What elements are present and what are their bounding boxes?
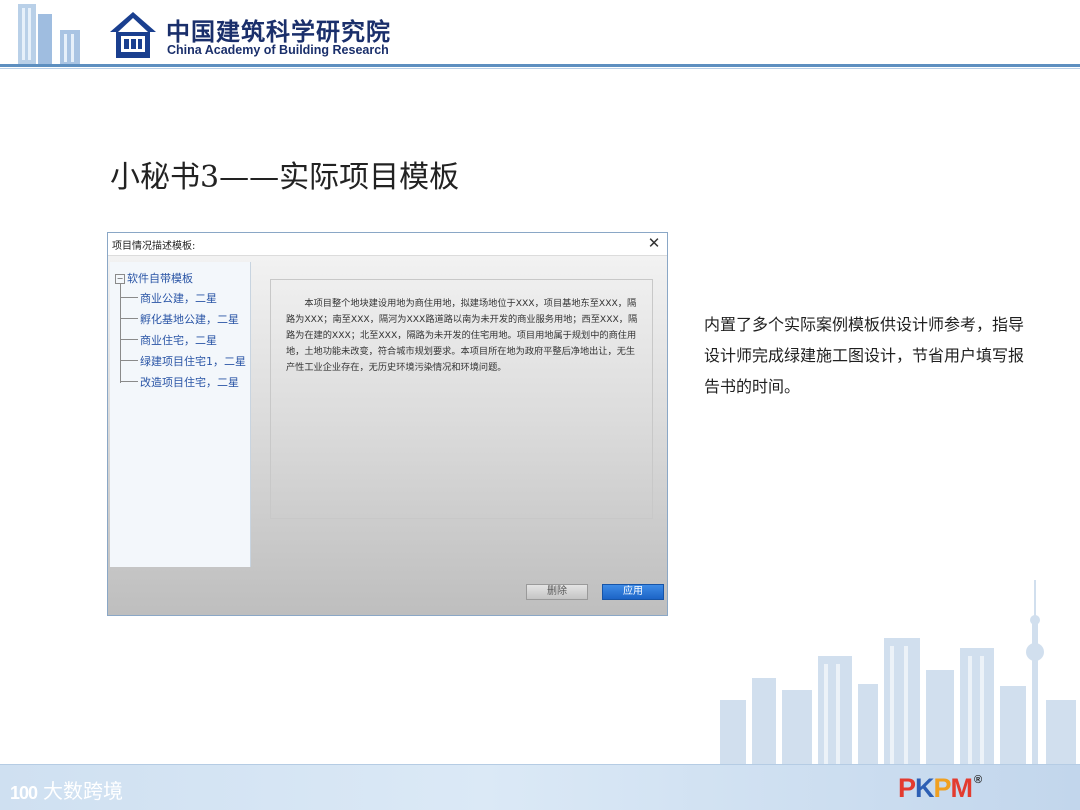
tree-item-label: 孵化基地公建，二星 [140, 313, 239, 326]
tree-item[interactable]: 改造项目住宅，二星 [120, 374, 239, 390]
pkpm-letter: P [933, 773, 952, 803]
watermark-text: 大数跨境 [43, 779, 124, 803]
pkpm-letter: M [950, 773, 973, 803]
footer-divider [0, 764, 1080, 765]
slide-title: 小秘书3——实际项目模板 [110, 160, 460, 195]
header-bar: 中国建筑科学研究院 China Academy of Building Rese… [0, 0, 1080, 66]
dialog-titlebar: 项目情况描述模板: ✕ [108, 233, 667, 256]
tree-item-label: 商业住宅，二星 [140, 334, 217, 347]
header-divider [0, 64, 1080, 67]
tree-item-label: 改造项目住宅，二星 [140, 376, 239, 389]
city-skyline-illustration [720, 580, 1076, 770]
org-name-en: China Academy of Building Research [167, 43, 389, 57]
close-icon[interactable]: ✕ [645, 234, 663, 252]
description-text: 本项目整个地块建设用地为商住用地，拟建场地位于XXX，项目基地东至XXX，隔路为… [286, 298, 638, 373]
tree-item[interactable]: 商业公建，二星 [120, 290, 217, 306]
org-name-cn: 中国建筑科学研究院 [166, 17, 391, 46]
cabr-logo-icon [110, 12, 156, 58]
template-tree: − 软件自带模板 商业公建，二星 孵化基地公建，二星 商业住宅，二星 绿建项目住宅… [110, 262, 251, 567]
dialog-body: − 软件自带模板 商业公建，二星 孵化基地公建，二星 商业住宅，二星 绿建项目住宅… [108, 256, 667, 615]
tree-root[interactable]: − 软件自带模板 [115, 270, 193, 286]
building-illustration [18, 4, 80, 64]
pkpm-letter: P [898, 773, 916, 803]
pkpm-logo: PKPM ® [898, 773, 982, 804]
dialog-title: 项目情况描述模板: [112, 241, 196, 252]
template-dialog: 项目情况描述模板: ✕ − 软件自带模板 商业公建，二星 孵化基地公建，二星 商业… [107, 232, 668, 616]
feature-description: 内置了多个实际案例模板供设计师参考，指导设计师完成绿建施工图设计，节省用户填写报… [704, 315, 1025, 396]
pkpm-letter: K [915, 773, 934, 803]
tree-item-label: 商业公建，二星 [140, 292, 217, 305]
watermark-logo-icon: 100 [10, 783, 38, 803]
tree-root-label: 软件自带模板 [127, 272, 193, 285]
tree-item-label: 绿建项目住宅1，二星 [140, 355, 246, 368]
tree-item[interactable]: 绿建项目住宅1，二星 [120, 353, 246, 369]
delete-button[interactable]: 删除 [526, 584, 588, 600]
watermark: 100 大数跨境 [10, 775, 123, 804]
header-divider-thin [0, 68, 1080, 69]
collapse-icon[interactable]: − [115, 274, 125, 284]
registered-mark: ® [974, 774, 982, 786]
tree-item[interactable]: 孵化基地公建，二星 [120, 311, 239, 327]
tree-item[interactable]: 商业住宅，二星 [120, 332, 217, 348]
apply-button[interactable]: 应用 [602, 584, 664, 600]
